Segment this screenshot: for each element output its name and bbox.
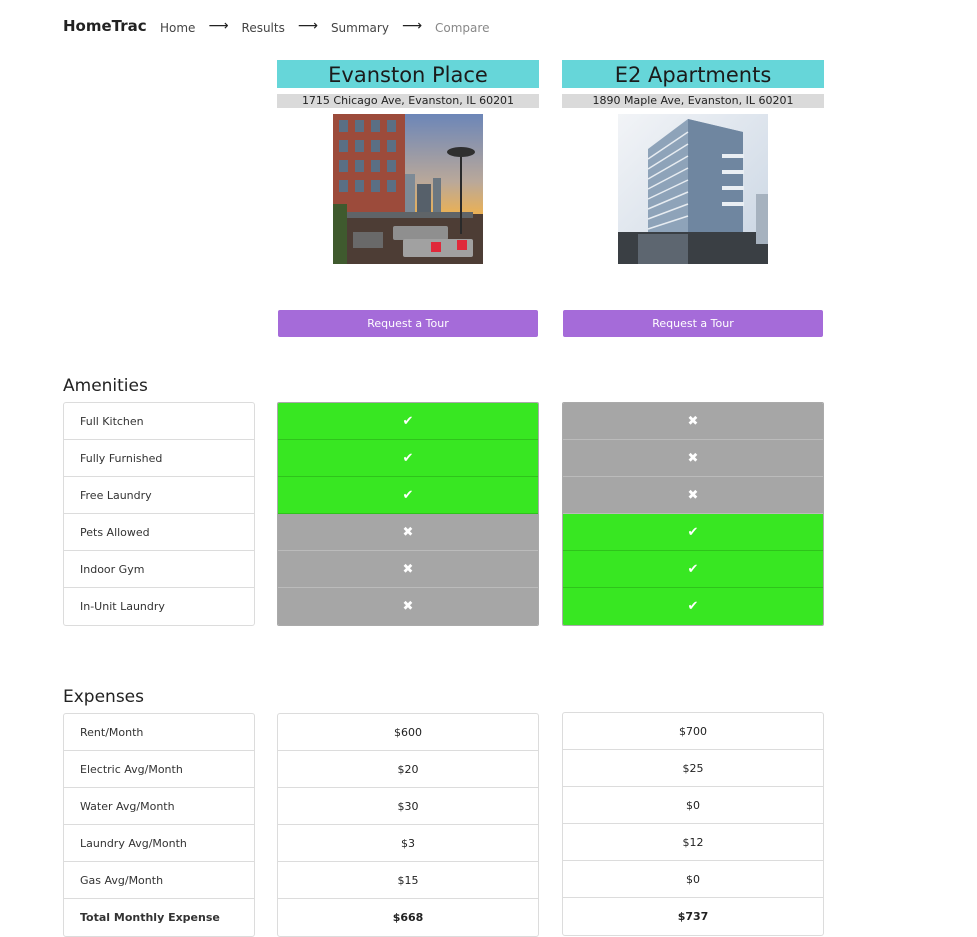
expense-label: Water Avg/Month xyxy=(64,788,254,825)
x-icon: ✖ xyxy=(563,440,823,477)
total-expense-value: $668 xyxy=(392,911,424,924)
expense-label: Electric Avg/Month xyxy=(64,751,254,788)
breadcrumb-results[interactable]: Results xyxy=(242,21,285,35)
expense-value: $12 xyxy=(563,824,823,861)
property-photo xyxy=(618,114,768,264)
expenses-column-1: $600 $20 $30 $3 $15 $668 xyxy=(277,713,539,937)
breadcrumb-summary[interactable]: Summary xyxy=(331,21,389,35)
property-name: Evanston Place xyxy=(277,60,539,88)
amenities-column-2: ✖ ✖ ✖ ✔ ✔ ✔ xyxy=(562,402,824,626)
property-column-2: E2 Apartments 1890 Maple Ave, Evanston, … xyxy=(562,60,824,337)
check-icon: ✔ xyxy=(278,477,538,514)
arrow-right-icon: ⟶ xyxy=(208,18,229,34)
expense-value: $15 xyxy=(278,862,538,899)
x-icon: ✖ xyxy=(278,551,538,588)
amenity-label: Pets Allowed xyxy=(64,514,254,551)
property-column-1: Evanston Place 1715 Chicago Ave, Evansto… xyxy=(277,60,539,337)
property-address: 1890 Maple Ave, Evanston, IL 60201 xyxy=(562,94,824,108)
amenity-label: Fully Furnished xyxy=(64,440,254,477)
amenities-column-1: ✔ ✔ ✔ ✖ ✖ ✖ xyxy=(277,402,539,626)
amenity-label: Free Laundry xyxy=(64,477,254,514)
request-tour-button[interactable]: Request a Tour xyxy=(563,310,823,337)
amenities-heading: Amenities xyxy=(63,376,148,396)
breadcrumb: Home ⟶ Results ⟶ Summary ⟶ Compare xyxy=(160,19,489,37)
expense-value: $600 xyxy=(278,714,538,751)
expenses-label-list: Rent/Month Electric Avg/Month Water Avg/… xyxy=(63,713,255,937)
expense-value: $25 xyxy=(563,750,823,787)
check-icon: ✔ xyxy=(278,440,538,477)
check-icon: ✔ xyxy=(563,551,823,588)
expenses-column-2: $700 $25 $0 $12 $0 $737 xyxy=(562,712,824,936)
arrow-right-icon: ⟶ xyxy=(297,18,318,34)
breadcrumb-compare: Compare xyxy=(435,21,490,35)
x-icon: ✖ xyxy=(278,588,538,625)
check-icon: ✔ xyxy=(278,403,538,440)
request-tour-button[interactable]: Request a Tour xyxy=(278,310,538,337)
expense-value: $0 xyxy=(563,787,823,824)
property-photo xyxy=(333,114,483,264)
expense-value: $700 xyxy=(563,713,823,750)
expense-value: $20 xyxy=(278,751,538,788)
property-name: E2 Apartments xyxy=(562,60,824,88)
total-expense-label: Total Monthly Expense xyxy=(80,911,220,924)
total-expense-value: $737 xyxy=(677,910,709,923)
expenses-heading: Expenses xyxy=(63,687,144,707)
expense-value: $0 xyxy=(563,861,823,898)
brand-logo[interactable]: HomeTrac xyxy=(63,17,147,35)
x-icon: ✖ xyxy=(563,477,823,514)
breadcrumb-home[interactable]: Home xyxy=(160,21,195,35)
expense-label: Gas Avg/Month xyxy=(64,862,254,899)
x-icon: ✖ xyxy=(563,403,823,440)
expense-label: Rent/Month xyxy=(64,714,254,751)
expense-label: Laundry Avg/Month xyxy=(64,825,254,862)
amenities-label-list: Full Kitchen Fully Furnished Free Laundr… xyxy=(63,402,255,626)
check-icon: ✔ xyxy=(563,588,823,625)
amenity-label: In-Unit Laundry xyxy=(80,600,165,613)
x-icon: ✖ xyxy=(278,514,538,551)
expense-value: $30 xyxy=(278,788,538,825)
expense-value: $3 xyxy=(278,825,538,862)
check-icon: ✔ xyxy=(563,514,823,551)
amenity-label: Indoor Gym xyxy=(64,551,254,588)
property-address: 1715 Chicago Ave, Evanston, IL 60201 xyxy=(277,94,539,108)
amenity-label: Full Kitchen xyxy=(64,403,254,440)
arrow-right-icon: ⟶ xyxy=(401,18,423,34)
